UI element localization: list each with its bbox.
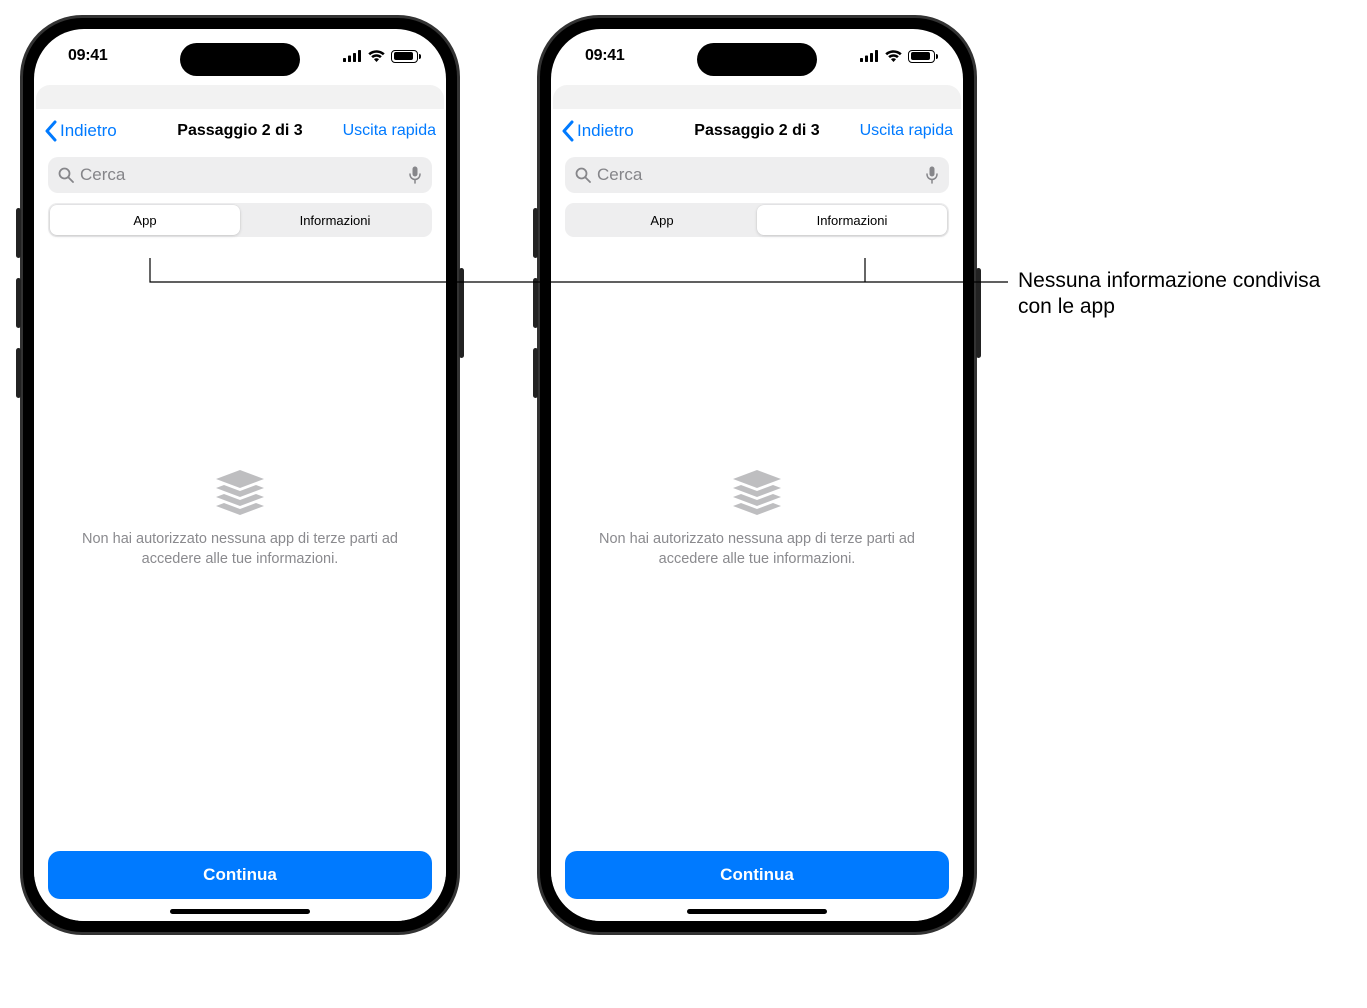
screen-left: 09:41 Indietro Passaggio 2 di 3 Uscita r… (34, 29, 446, 921)
quick-exit-button[interactable]: Uscita rapida (343, 122, 436, 140)
chevron-left-icon (44, 120, 58, 142)
nav-bar: Indietro Passaggio 2 di 3 Uscita rapida (551, 109, 963, 153)
empty-message: Non hai autorizzato nessuna app di terze… (581, 530, 933, 569)
home-indicator (687, 909, 827, 914)
bottom-bar: Continua (551, 841, 963, 921)
quick-exit-button[interactable]: Uscita rapida (860, 122, 953, 140)
segment-info[interactable]: Informazioni (757, 205, 947, 235)
search-placeholder: Cerca (80, 165, 125, 185)
battery-icon (391, 50, 418, 63)
content-empty-state: Non hai autorizzato nessuna app di terze… (34, 237, 446, 921)
continue-button[interactable]: Continua (48, 851, 432, 899)
back-label: Indietro (577, 121, 634, 141)
wifi-icon (885, 50, 902, 62)
cellular-icon (343, 50, 362, 62)
iphone-frame-right: 09:41 Indietro Passaggio 2 di 3 Uscita r… (537, 15, 977, 935)
status-icons (343, 50, 418, 63)
back-label: Indietro (60, 121, 117, 141)
status-icons (860, 50, 935, 63)
mic-icon[interactable] (925, 166, 939, 184)
sheet-grabber-area (553, 85, 961, 109)
nav-title: Passaggio 2 di 3 (177, 122, 302, 140)
dynamic-island (180, 43, 300, 76)
empty-message: Non hai autorizzato nessuna app di terze… (64, 530, 416, 569)
screen-right: 09:41 Indietro Passaggio 2 di 3 Uscita r… (551, 29, 963, 921)
segment-app[interactable]: App (567, 205, 757, 235)
battery-icon (908, 50, 935, 63)
segmented-control: App Informazioni (48, 203, 432, 237)
back-button[interactable]: Indietro (44, 120, 117, 142)
iphone-frame-left: 09:41 Indietro Passaggio 2 di 3 Uscita r… (20, 15, 460, 935)
stack-icon (210, 468, 270, 516)
callout-text: Nessuna informazione condivisa con le ap… (1018, 268, 1348, 321)
segment-app[interactable]: App (50, 205, 240, 235)
search-input[interactable]: Cerca (48, 157, 432, 193)
segment-info[interactable]: Informazioni (240, 205, 430, 235)
search-icon (58, 167, 74, 183)
sheet-grabber-area (36, 85, 444, 109)
segmented-control: App Informazioni (565, 203, 949, 237)
search-icon (575, 167, 591, 183)
search-input[interactable]: Cerca (565, 157, 949, 193)
back-button[interactable]: Indietro (561, 120, 634, 142)
home-indicator (170, 909, 310, 914)
dynamic-island (697, 43, 817, 76)
nav-bar: Indietro Passaggio 2 di 3 Uscita rapida (34, 109, 446, 153)
bottom-bar: Continua (34, 841, 446, 921)
continue-button[interactable]: Continua (565, 851, 949, 899)
wifi-icon (368, 50, 385, 62)
search-placeholder: Cerca (597, 165, 642, 185)
chevron-left-icon (561, 120, 575, 142)
status-time: 09:41 (585, 47, 624, 65)
mic-icon[interactable] (408, 166, 422, 184)
status-time: 09:41 (68, 47, 107, 65)
nav-title: Passaggio 2 di 3 (694, 122, 819, 140)
stack-icon (727, 468, 787, 516)
cellular-icon (860, 50, 879, 62)
content-empty-state: Non hai autorizzato nessuna app di terze… (551, 237, 963, 921)
